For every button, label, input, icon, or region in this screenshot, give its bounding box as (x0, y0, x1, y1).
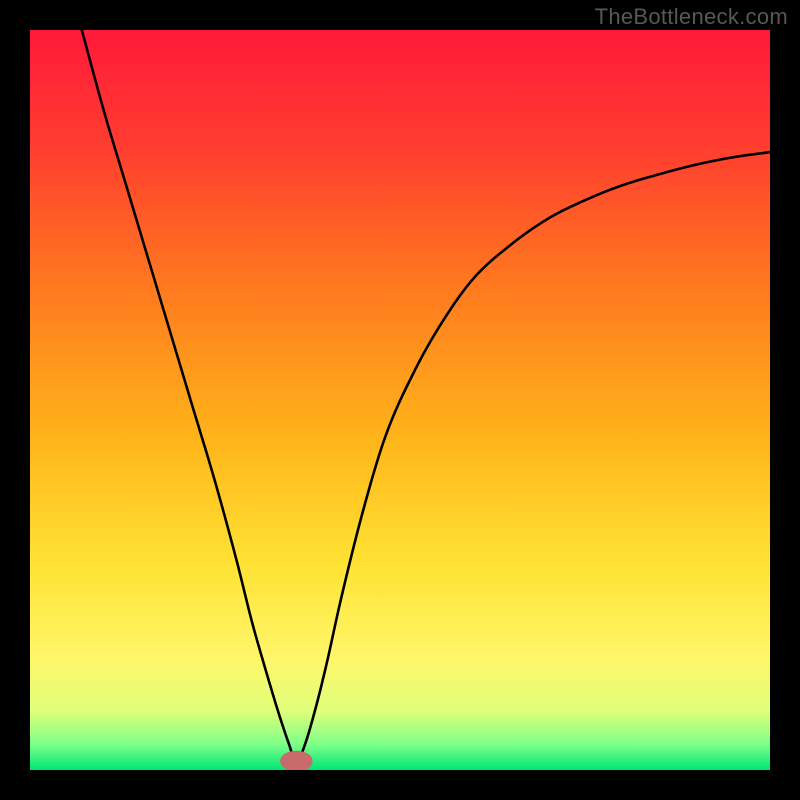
watermark-text: TheBottleneck.com (595, 4, 788, 30)
bottleneck-chart (30, 30, 770, 770)
plot-area (30, 30, 770, 770)
chart-frame: { "watermark": "TheBottleneck.com", "col… (0, 0, 800, 800)
